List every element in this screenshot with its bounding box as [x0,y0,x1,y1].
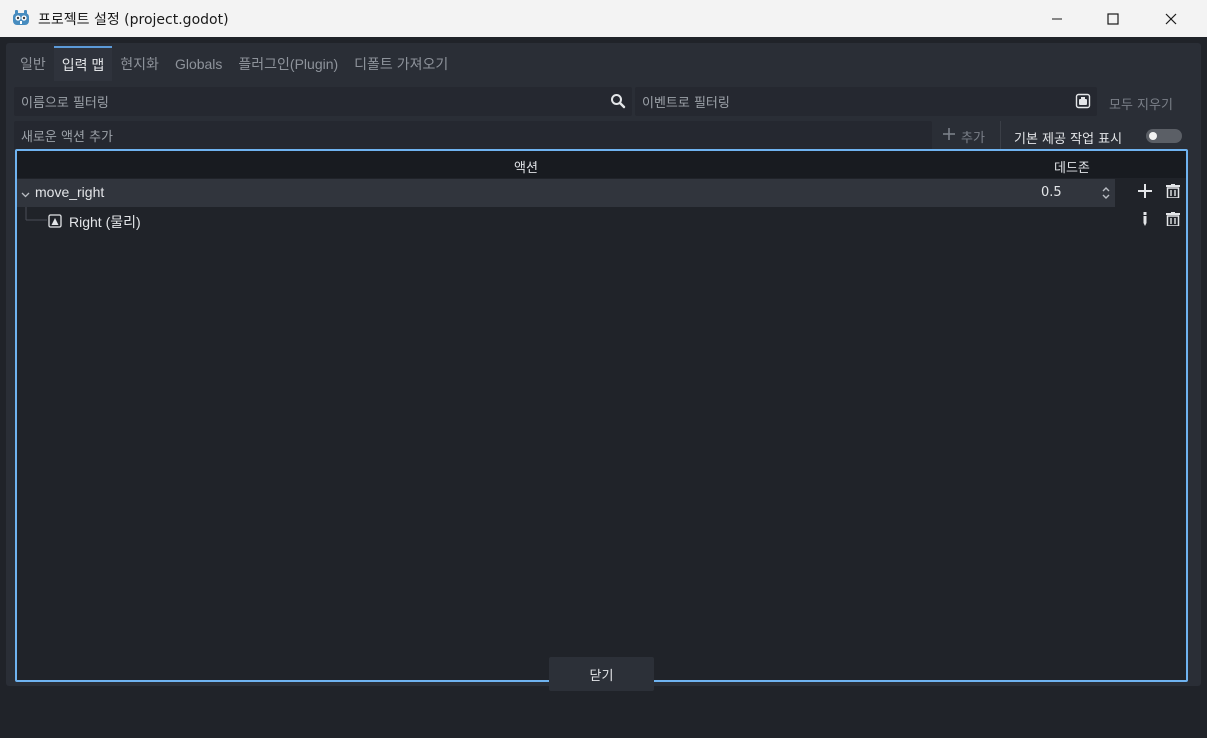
remove-event-button[interactable] [1163,211,1183,231]
show-builtin-label: 기본 제공 작업 표시 [1014,132,1123,147]
tab-plugins[interactable]: 플러그인(Plugin) [230,46,346,81]
tab-bar: 일반 입력 맵 현지화 Globals 플러그인(Plugin) 디폴트 가져오… [12,46,456,81]
add-action-label: 추가 [961,130,985,146]
plus-icon [1138,184,1152,202]
close-icon [1165,13,1177,25]
edit-event-button[interactable] [1135,211,1155,231]
event-label: Right (물리) [69,214,141,230]
action-row-move-right[interactable]: move_right 0.5 [17,179,1186,207]
maximize-button[interactable] [1090,0,1136,37]
trash-icon [1166,184,1180,202]
minimize-icon [1051,13,1063,25]
settings-panel: 일반 입력 맵 현지화 Globals 플러그인(Plugin) 디폴트 가져오… [6,43,1201,686]
event-row[interactable]: Right (물리) [17,207,1186,235]
tab-import-defaults[interactable]: 디폴트 가져오기 [346,46,456,81]
pencil-icon [1138,212,1152,230]
new-action-input[interactable]: 새로운 액션 추가 [14,121,932,150]
chevron-down-icon[interactable] [21,188,30,203]
window-title: 프로젝트 설정 (project.godot) [38,12,229,28]
toolbar-divider [1000,121,1001,150]
close-dialog-button[interactable]: 닫기 [549,657,654,691]
tree-header: 액션 데드존 [17,151,1186,178]
plus-icon [942,127,956,145]
column-action: 액션 [514,161,538,176]
deadzone-value[interactable]: 0.5 [1041,185,1062,200]
tab-localization[interactable]: 현지화 [112,46,167,81]
show-builtin-toggle[interactable] [1146,129,1182,143]
project-settings-dialog: 일반 입력 맵 현지화 Globals 플러그인(Plugin) 디폴트 가져오… [0,37,1207,738]
listen-input-icon[interactable] [1075,93,1091,109]
filter-by-name-input[interactable]: 이름으로 필터링 [14,87,632,116]
add-action-button[interactable]: 추가 [942,127,985,146]
remove-action-button[interactable] [1163,183,1183,203]
action-name: move_right [35,184,105,200]
add-event-button[interactable] [1135,183,1155,203]
toggle-knob [1149,132,1157,140]
window-titlebar: 프로젝트 설정 (project.godot) [0,0,1207,37]
keyboard-key-icon [48,214,62,232]
filter-by-event-placeholder: 이벤트로 필터링 [642,96,730,111]
tab-input-map[interactable]: 입력 맵 [53,46,113,81]
tab-general[interactable]: 일반 [12,46,54,81]
minimize-button[interactable] [1034,0,1080,37]
filter-by-name-placeholder: 이름으로 필터링 [21,96,109,111]
deadzone-stepper-icon[interactable] [1101,185,1111,205]
search-icon [610,93,626,109]
action-tree[interactable]: 액션 데드존 move_right 0.5 Right (물리) [15,149,1188,682]
action-row-background [17,179,1115,207]
maximize-icon [1107,12,1119,25]
tree-connector [25,207,47,225]
new-action-placeholder: 새로운 액션 추가 [21,130,113,145]
godot-icon [11,8,31,28]
trash-icon [1166,212,1180,230]
clear-all-button[interactable]: 모두 지우기 [1109,94,1173,113]
filter-by-event-input[interactable]: 이벤트로 필터링 [635,87,1097,116]
column-deadzone: 데드존 [1054,161,1090,176]
close-window-button[interactable] [1148,0,1194,37]
tab-globals[interactable]: Globals [167,46,230,81]
